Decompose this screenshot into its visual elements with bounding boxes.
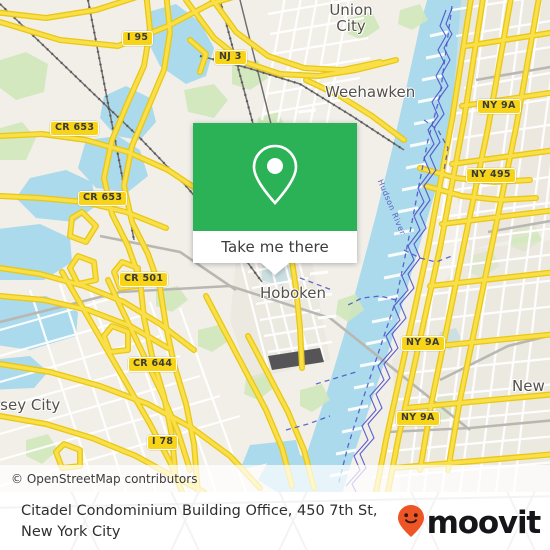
highway-shield-nj3: NJ 3 [214,50,247,65]
highway-shield-cr501: CR 501 [119,272,169,287]
highway-shield-cr653-south: CR 653 [78,191,128,206]
osm-attribution: © OpenStreetMap contributors [0,465,550,492]
location-pin-icon [247,140,303,215]
moovit-wordmark: moovit [426,505,542,541]
place-title: Citadel Condominium Building Office, 450… [21,501,406,543]
take-me-there-label: Take me there [221,238,329,256]
highway-shield-ny9a-south: NY 9A [396,411,440,426]
highway-shield-i78: I 78 [147,435,179,450]
callout-pointer-tail [261,263,289,275]
osm-attribution-text: © OpenStreetMap contributors [11,471,198,486]
highway-shield-i95: I 95 [122,31,154,46]
moovit-smiley-pin-icon [396,504,426,543]
highway-shield-ny9a-mid: NY 9A [401,336,445,351]
take-me-there-button[interactable]: Take me there [193,231,357,263]
place-title-line2: New York City [21,524,121,540]
callout-header [193,123,357,231]
map-callout-card[interactable]: Take me there [193,123,357,275]
highway-shield-ny495: NY 495 [466,168,516,183]
highway-shield-cr653-north: CR 653 [50,121,100,136]
footer-bar: Citadel Condominium Building Office, 450… [0,492,550,550]
highway-shield-ny9a-north: NY 9A [477,99,521,114]
place-title-line1: Citadel Condominium Building Office, 450… [21,503,378,519]
highway-shield-cr644: CR 644 [128,357,178,372]
map-screenshot: Union City Weehawken Hoboken New rsey Ci… [0,0,550,550]
moovit-logo[interactable]: moovit [396,504,542,543]
